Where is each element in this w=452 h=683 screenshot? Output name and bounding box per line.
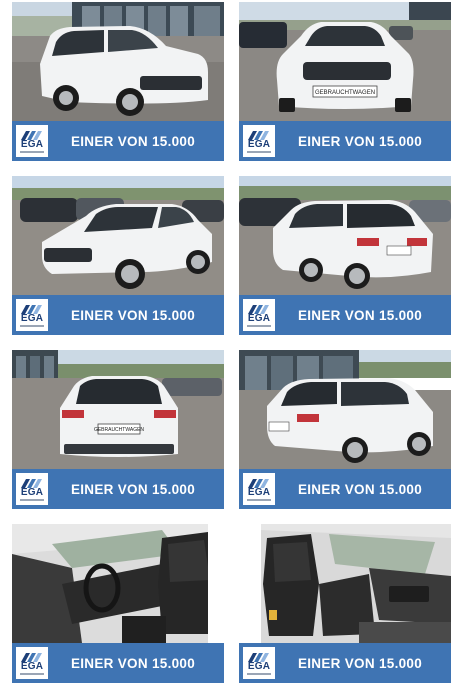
- ega-logo-text: EGA: [20, 139, 44, 150]
- car-photo-rear-left-side[interactable]: [239, 350, 451, 469]
- gallery-tile-1[interactable]: EGA EINER VON 15.000: [12, 2, 224, 161]
- ega-logo: EGA: [16, 125, 48, 157]
- ega-logo-tagline: [20, 499, 44, 501]
- ega-logo-text: EGA: [20, 313, 44, 324]
- ega-logo: EGA: [243, 647, 275, 679]
- gallery-tile-5[interactable]: GEBRAUCHTWAGEN EGA EINER VON 15.000: [12, 350, 224, 509]
- ega-logo: EGA: [243, 473, 275, 505]
- promo-banner: EGA EINER VON 15.000: [239, 643, 451, 683]
- ega-logo-text: EGA: [20, 661, 44, 672]
- banner-caption: EINER VON 15.000: [297, 481, 423, 497]
- promo-banner: EGA EINER VON 15.000: [12, 295, 224, 335]
- gallery-tile-2[interactable]: GEBRAUCHTWAGEN EGA EINER VON 15.000: [239, 2, 451, 161]
- banner-caption: EINER VON 15.000: [70, 481, 196, 497]
- banner-caption: EINER VON 15.000: [70, 307, 196, 323]
- ega-logo-text: EGA: [247, 487, 271, 498]
- ega-logo: EGA: [16, 299, 48, 331]
- car-photo-rear[interactable]: GEBRAUCHTWAGEN: [12, 350, 224, 469]
- car-photo-front-left[interactable]: [12, 2, 224, 121]
- ega-logo-tagline: [247, 673, 271, 675]
- car-photo-rear-left-angle[interactable]: [239, 176, 451, 295]
- gallery-tile-3[interactable]: EGA EINER VON 15.000: [12, 176, 224, 335]
- car-photo-interior-passenger[interactable]: [239, 524, 451, 643]
- ega-logo-text: EGA: [20, 487, 44, 498]
- ega-logo-text: EGA: [247, 313, 271, 324]
- banner-caption: EINER VON 15.000: [70, 133, 196, 149]
- ega-logo-tagline: [247, 499, 271, 501]
- banner-caption: EINER VON 15.000: [297, 655, 423, 671]
- banner-caption: EINER VON 15.000: [297, 133, 423, 149]
- car-photo-interior-driver[interactable]: [12, 524, 224, 643]
- ega-logo: EGA: [16, 647, 48, 679]
- license-plate-text: GEBRAUCHTWAGEN: [94, 427, 144, 433]
- promo-banner: EGA EINER VON 15.000: [239, 121, 451, 161]
- car-photo-front[interactable]: GEBRAUCHTWAGEN: [239, 2, 451, 121]
- photo-gallery: EGA EINER VON 15.000 GEBRAUCHTWAGEN EGA …: [12, 2, 451, 683]
- ega-logo: EGA: [243, 125, 275, 157]
- promo-banner: EGA EINER VON 15.000: [12, 121, 224, 161]
- promo-banner: EGA EINER VON 15.000: [239, 295, 451, 335]
- ega-logo-tagline: [247, 325, 271, 327]
- banner-caption: EINER VON 15.000: [70, 655, 196, 671]
- promo-banner: EGA EINER VON 15.000: [239, 469, 451, 509]
- ega-logo-tagline: [20, 325, 44, 327]
- ega-logo-text: EGA: [247, 139, 271, 150]
- gallery-tile-6[interactable]: EGA EINER VON 15.000: [239, 350, 451, 509]
- license-plate-text: GEBRAUCHTWAGEN: [315, 90, 375, 96]
- gallery-tile-4[interactable]: EGA EINER VON 15.000: [239, 176, 451, 335]
- promo-banner: EGA EINER VON 15.000: [12, 469, 224, 509]
- promo-banner: EGA EINER VON 15.000: [12, 643, 224, 683]
- gallery-tile-7[interactable]: EGA EINER VON 15.000: [12, 524, 224, 683]
- banner-caption: EINER VON 15.000: [297, 307, 423, 323]
- gallery-tile-8[interactable]: EGA EINER VON 15.000: [239, 524, 451, 683]
- ega-logo-text: EGA: [247, 661, 271, 672]
- car-photo-front-left-angle[interactable]: [12, 176, 224, 295]
- ega-logo: EGA: [243, 299, 275, 331]
- ega-logo-tagline: [20, 673, 44, 675]
- ega-logo-tagline: [20, 151, 44, 153]
- ega-logo-tagline: [247, 151, 271, 153]
- ega-logo: EGA: [16, 473, 48, 505]
